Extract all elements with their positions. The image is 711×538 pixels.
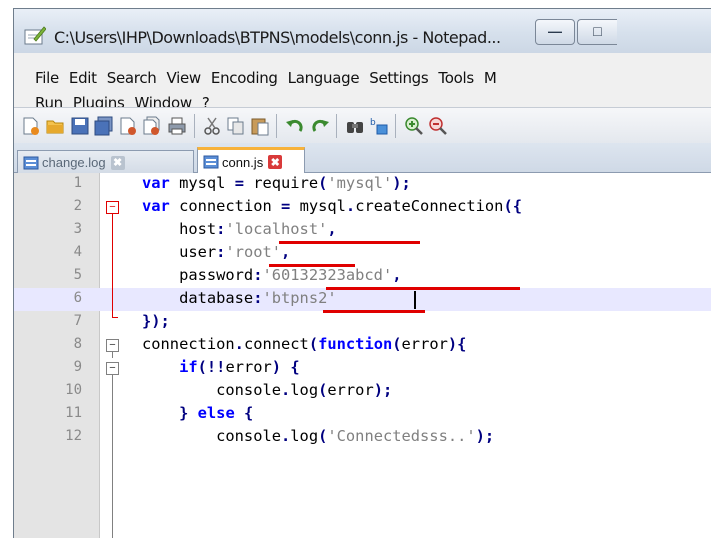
code-text: var connection = mysql.createConnection(…	[142, 197, 522, 215]
maximize-button[interactable]: □	[577, 19, 617, 45]
svg-text:b: b	[370, 118, 376, 128]
code-editor[interactable]: 1 var mysql = require('mysql'); 2 var co…	[14, 173, 711, 538]
menu-row-1: File Edit Search View Encoding Language …	[30, 67, 502, 91]
annotation-underline	[326, 287, 520, 290]
tab-change-log[interactable]: change.log ✖	[17, 150, 194, 174]
code-line: 4 user:'root',	[14, 242, 711, 265]
print-icon[interactable]	[167, 116, 187, 136]
menu-bar: File Edit Search View Encoding Language …	[14, 53, 711, 112]
fold-collapse-icon[interactable]: −	[106, 362, 119, 375]
line-number: 6	[73, 290, 82, 306]
maximize-icon: □	[593, 23, 602, 39]
window-title: C:\Users\IHP\Downloads\BTPNS\models\conn…	[54, 28, 501, 47]
fold-collapse-icon[interactable]: −	[106, 201, 119, 214]
annotation-underline	[323, 310, 425, 313]
line-number: 11	[65, 405, 82, 421]
menu-search[interactable]: Search	[102, 67, 162, 89]
line-number: 3	[73, 221, 82, 237]
save-icon[interactable]	[70, 116, 90, 136]
current-code-line: 6 database:'btpns2'	[14, 288, 711, 311]
line-number: 8	[73, 336, 82, 352]
code-text: });	[142, 312, 170, 330]
notepad-window: C:\Users\IHP\Downloads\BTPNS\models\conn…	[13, 8, 711, 538]
code-text: if(!!error) {	[179, 358, 300, 376]
line-number: 9	[73, 359, 82, 375]
line-number: 2	[73, 198, 82, 214]
text-caret	[414, 291, 416, 309]
close-all-icon[interactable]	[142, 116, 162, 136]
toolbar: b	[14, 107, 711, 143]
notepad-plus-plus-icon	[24, 26, 46, 45]
code-text: password:'60132323abcd',	[142, 266, 402, 284]
menu-settings[interactable]: Settings	[364, 67, 433, 89]
zoom-out-icon[interactable]	[428, 116, 448, 136]
menu-view[interactable]: View	[162, 67, 206, 89]
line-number: 4	[73, 244, 82, 260]
toolbar-separator	[194, 114, 195, 138]
toolbar-separator	[395, 114, 396, 138]
cut-icon[interactable]	[202, 116, 222, 136]
code-text: } else {	[179, 404, 254, 422]
fold-collapse-icon[interactable]: −	[106, 339, 119, 352]
tab-close-icon[interactable]: ✖	[110, 155, 125, 170]
minimize-icon: —	[548, 23, 562, 39]
redo-icon[interactable]	[310, 116, 330, 136]
code-line: 1 var mysql = require('mysql');	[14, 173, 711, 196]
file-icon	[23, 156, 39, 169]
code-line: 7 });	[14, 311, 711, 334]
code-text: host:'localhost',	[142, 220, 337, 238]
fold-line	[112, 375, 113, 538]
find-icon[interactable]	[345, 116, 365, 136]
close-icon[interactable]	[118, 116, 138, 136]
line-number: 7	[73, 313, 82, 329]
toolbar-separator	[276, 114, 277, 138]
code-text: console.log(error);	[142, 381, 393, 399]
code-line: 11 } else {	[14, 403, 711, 426]
tab-conn-js[interactable]: conn.js ✖	[197, 147, 305, 174]
menu-language[interactable]: Language	[283, 67, 365, 89]
tab-label: conn.js	[222, 154, 264, 170]
code-line: 12 console.log('Connectedsss..');	[14, 426, 711, 449]
code-text: console.log('Connectedsss..');	[142, 427, 495, 445]
code-line: 5 password:'60132323abcd',	[14, 265, 711, 288]
menu-tools[interactable]: Tools	[433, 67, 478, 89]
replace-icon[interactable]: b	[369, 116, 389, 136]
line-number: 10	[65, 382, 82, 398]
menu-encoding[interactable]: Encoding	[206, 67, 283, 89]
menu-file[interactable]: File	[30, 67, 64, 89]
title-bar[interactable]: C:\Users\IHP\Downloads\BTPNS\models\conn…	[14, 9, 711, 53]
annotation-underline	[279, 241, 420, 244]
line-number: 12	[65, 428, 82, 444]
line-number: 1	[73, 175, 82, 191]
code-text: var mysql = require('mysql');	[142, 174, 411, 192]
menu-edit[interactable]: Edit	[64, 67, 102, 89]
menu-macro[interactable]: M	[479, 67, 502, 89]
copy-icon[interactable]	[226, 116, 246, 136]
fold-line	[112, 214, 113, 318]
tab-close-icon[interactable]: ✖	[268, 155, 283, 169]
new-file-icon[interactable]	[21, 116, 41, 136]
fold-line	[112, 352, 113, 358]
paste-icon[interactable]	[250, 116, 270, 136]
annotation-underline	[269, 264, 355, 267]
fold-end-marker	[112, 317, 118, 318]
toolbar-separator	[336, 114, 337, 138]
code-line: 3 host:'localhost',	[14, 219, 711, 242]
tab-label: change.log	[42, 155, 106, 170]
code-text: user:'root',	[142, 243, 291, 261]
code-text: database:'btpns2'	[142, 289, 337, 307]
file-icon	[203, 155, 219, 169]
tab-bar: change.log ✖ conn.js ✖	[14, 143, 711, 174]
open-file-icon[interactable]	[45, 116, 65, 136]
minimize-button[interactable]: —	[535, 19, 575, 45]
undo-icon[interactable]	[285, 116, 305, 136]
code-line: 10 console.log(error);	[14, 380, 711, 403]
save-all-icon[interactable]	[94, 116, 114, 136]
line-number: 5	[73, 267, 82, 283]
code-text: connection.connect(function(error){	[142, 335, 467, 353]
zoom-in-icon[interactable]	[404, 116, 424, 136]
